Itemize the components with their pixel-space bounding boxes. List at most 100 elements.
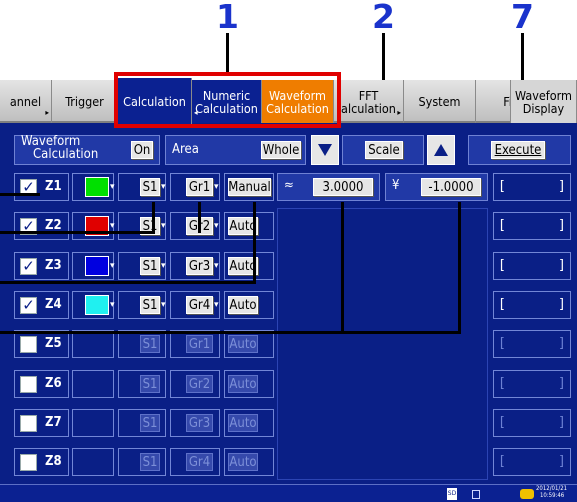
row-color-cell[interactable] bbox=[72, 409, 114, 437]
row-mode-select[interactable]: Auto bbox=[228, 296, 258, 314]
waveform-calc-panel: Waveform Calculation On bbox=[14, 135, 160, 165]
row-display-cell[interactable]: [ ] bbox=[493, 448, 571, 476]
bracket-open: [ bbox=[498, 415, 506, 430]
chevron-down-icon: ▾ bbox=[214, 300, 219, 310]
row-color-cell[interactable] bbox=[72, 330, 114, 358]
row-group-select[interactable]: Gr1 bbox=[186, 178, 213, 196]
row-mode-cell: Auto bbox=[224, 370, 274, 398]
leader-line-lower bbox=[458, 202, 461, 334]
row-mode-cell: Auto bbox=[224, 409, 274, 437]
row-label: Z4 bbox=[45, 297, 62, 312]
row-label: Z8 bbox=[45, 454, 62, 469]
bracket-open: [ bbox=[498, 258, 506, 273]
leader-line-z1 bbox=[0, 193, 40, 196]
triangle-down-icon bbox=[318, 144, 332, 156]
upper-scale-panel: ≈ 3.0000 bbox=[277, 173, 380, 201]
upper-scale-value[interactable]: 3.0000 bbox=[313, 178, 373, 196]
row-source-select[interactable]: S1 bbox=[140, 178, 160, 196]
row-mode-select[interactable]: Auto bbox=[228, 453, 258, 471]
row-color-cell[interactable]: ▾ bbox=[72, 212, 115, 240]
callout-1: 1 bbox=[216, 0, 239, 36]
waveform-calc-label: Waveform Calculation bbox=[21, 134, 99, 162]
row-color-cell[interactable] bbox=[72, 370, 114, 398]
tab-trigger[interactable]: Trigger bbox=[52, 80, 118, 123]
row-display-cell[interactable]: [ ] bbox=[493, 409, 571, 437]
screen: annel ▸ Trigger Calculation Numeric Calcul… bbox=[0, 78, 577, 502]
tab-fft-calculation[interactable]: FFT alculation ▸ bbox=[334, 80, 404, 123]
leader-line-upper bbox=[341, 202, 344, 334]
row-color-cell[interactable]: ▾ bbox=[72, 173, 115, 201]
row-mode-select[interactable]: Manual bbox=[228, 178, 271, 196]
row-group-select[interactable]: Gr3 bbox=[186, 257, 213, 275]
row-source-select[interactable]: S1 bbox=[140, 335, 160, 353]
row-mode-cell: Auto bbox=[224, 330, 274, 358]
bracket-close: ] bbox=[558, 336, 566, 351]
row-source-select[interactable]: S1 bbox=[140, 257, 160, 275]
row-mode-cell: Auto bbox=[224, 291, 274, 319]
status-bar: SD 2012/01/21 10:59:46 bbox=[0, 484, 577, 502]
row-group-select[interactable]: Gr1 bbox=[186, 335, 213, 353]
row-checkbox[interactable] bbox=[20, 336, 37, 353]
bracket-close: ] bbox=[558, 415, 566, 430]
row-source-select[interactable]: S1 bbox=[140, 453, 160, 471]
row-display-cell[interactable]: [ ] bbox=[493, 291, 571, 319]
area-select[interactable]: Whole bbox=[261, 141, 301, 159]
row-group-select[interactable]: Gr4 bbox=[186, 453, 213, 471]
row-checkbox[interactable] bbox=[20, 376, 37, 393]
chevron-down-icon: ▾ bbox=[110, 300, 115, 310]
row-display-cell[interactable]: [ ] bbox=[493, 212, 571, 240]
tab-system[interactable]: System bbox=[404, 80, 476, 123]
row-color-cell[interactable]: ▾ bbox=[72, 252, 115, 280]
bracket-close: ] bbox=[558, 218, 566, 233]
scale-down-button[interactable] bbox=[311, 135, 339, 165]
row-source-cell: S1 ▾ bbox=[118, 291, 166, 319]
execute-button[interactable]: Execute bbox=[491, 141, 545, 159]
callout-2: 2 bbox=[372, 0, 395, 36]
color-swatch bbox=[85, 295, 109, 315]
row-color-cell[interactable]: ▾ bbox=[72, 291, 115, 319]
row-display-cell[interactable]: [ ] bbox=[493, 252, 571, 280]
row-display-cell[interactable]: [ ] bbox=[493, 370, 571, 398]
tab-waveform-display[interactable]: Waveform Display bbox=[510, 80, 577, 123]
save-icon bbox=[472, 490, 480, 499]
chevron-down-icon: ▾ bbox=[161, 261, 166, 271]
row-source-cell: S1 ▾ bbox=[118, 252, 166, 280]
row-source-select[interactable]: S1 bbox=[140, 375, 160, 393]
row-mode-select[interactable]: Auto bbox=[228, 335, 258, 353]
row-checkbox[interactable] bbox=[20, 415, 37, 432]
lower-scale-value[interactable]: -1.0000 bbox=[421, 178, 481, 196]
row-label-cell: ✓ Z3 bbox=[14, 252, 69, 280]
bracket-open: [ bbox=[498, 297, 506, 312]
scale-up-button[interactable] bbox=[427, 135, 455, 165]
scale-select[interactable]: Scale bbox=[365, 141, 403, 159]
bracket-open: [ bbox=[498, 336, 506, 351]
row-display-cell[interactable]: [ ] bbox=[493, 173, 571, 201]
row-source-select[interactable]: S1 bbox=[140, 296, 160, 314]
row-label-cell: Z8 bbox=[14, 448, 69, 476]
row-color-cell[interactable] bbox=[72, 448, 114, 476]
row-label-cell: Z7 bbox=[14, 409, 69, 437]
chevron-down-icon: ▾ bbox=[214, 261, 219, 271]
scale-empty-area bbox=[277, 208, 488, 480]
waveform-calc-on-toggle[interactable]: On bbox=[131, 141, 153, 159]
row-source-select[interactable]: S1 bbox=[140, 414, 160, 432]
row-group-select[interactable]: Gr3 bbox=[186, 414, 213, 432]
row-group-select[interactable]: Gr2 bbox=[186, 375, 213, 393]
row-label-cell: ✓ Z1 bbox=[14, 173, 69, 201]
row-checkbox[interactable]: ✓ bbox=[20, 258, 37, 275]
leader-line-scale-h bbox=[0, 331, 461, 334]
execute-panel: Execute bbox=[468, 135, 571, 165]
lower-scale-icon: ¥ bbox=[392, 178, 400, 193]
row-mode-cell: Auto bbox=[224, 448, 274, 476]
row-checkbox[interactable] bbox=[20, 454, 37, 471]
bracket-close: ] bbox=[558, 376, 566, 391]
row-mode-select[interactable]: Auto bbox=[228, 375, 258, 393]
row-mode-select[interactable]: Auto bbox=[228, 414, 258, 432]
tab-channel[interactable]: annel ▸ bbox=[0, 80, 52, 123]
row-checkbox[interactable]: ✓ bbox=[20, 297, 37, 314]
row-source-cell: S1 bbox=[118, 370, 166, 398]
row-group-select[interactable]: Gr4 bbox=[186, 296, 213, 314]
chevron-down-icon: ▾ bbox=[214, 182, 219, 192]
row-display-cell[interactable]: [ ] bbox=[493, 330, 571, 358]
chevron-down-icon: ▾ bbox=[110, 261, 115, 271]
